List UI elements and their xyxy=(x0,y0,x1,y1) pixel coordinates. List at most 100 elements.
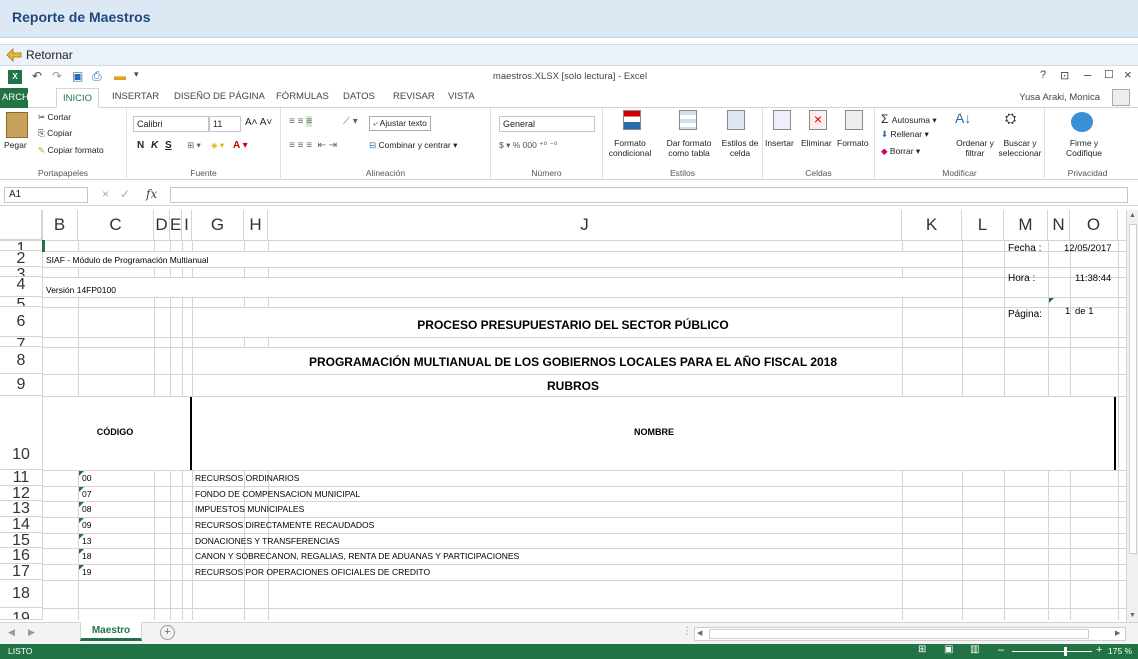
horizontal-scrollbar[interactable]: ◀ ▶ xyxy=(694,627,1126,641)
prev-sheet-icon[interactable]: ◀ xyxy=(8,627,15,638)
orientation-icon[interactable]: ⟋ ▾ xyxy=(343,116,358,127)
column-header[interactable]: J xyxy=(268,210,902,240)
open-folder-icon[interactable]: ▬ xyxy=(114,69,126,83)
format-cells-icon[interactable] xyxy=(845,110,863,130)
tab-revisar[interactable]: REVISAR xyxy=(393,91,435,102)
tab-formulas[interactable]: FÓRMULAS xyxy=(276,91,329,102)
row-header[interactable]: 12 xyxy=(0,486,42,501)
add-sheet-icon[interactable]: + xyxy=(160,625,175,640)
fill-button[interactable]: ⬇ Rellenar ▾ xyxy=(881,129,929,140)
tab-datos[interactable]: DATOS xyxy=(343,91,375,102)
bold-button[interactable]: N xyxy=(137,140,144,151)
sort-icon[interactable]: A↓ xyxy=(955,110,971,126)
row-header[interactable]: 3 xyxy=(0,267,42,277)
tab-inicio[interactable]: INICIO xyxy=(56,88,100,108)
number-format-select[interactable]: General xyxy=(499,116,595,132)
page-layout-icon[interactable]: ▣ xyxy=(944,644,953,655)
hscroll-thumb[interactable] xyxy=(709,629,1089,639)
clear-button[interactable]: ◆ Borrar ▾ xyxy=(881,146,920,157)
font-grow-icon[interactable]: A˄ A˅ xyxy=(245,117,272,128)
row-header[interactable]: 2 xyxy=(0,251,42,267)
zoom-slider-thumb[interactable] xyxy=(1064,647,1067,656)
delete-button[interactable]: Eliminar xyxy=(801,138,832,148)
column-header[interactable]: G xyxy=(192,210,244,240)
borders-icon[interactable]: ⊞ ▾ xyxy=(187,140,201,151)
column-header[interactable]: N xyxy=(1048,210,1070,240)
fill-color-icon[interactable]: ◈ ▾ xyxy=(211,140,224,151)
scroll-right-icon[interactable]: ▶ xyxy=(1115,629,1120,637)
page-break-icon[interactable]: ▥ xyxy=(970,644,979,655)
scroll-thumb[interactable] xyxy=(1129,224,1137,554)
conditional-format-button[interactable]: Formato condicional xyxy=(605,138,655,158)
sign-encrypt-button[interactable]: Firme y Codifique xyxy=(1057,138,1111,158)
row-header[interactable]: 11 xyxy=(0,470,42,486)
row-header[interactable]: 9 xyxy=(0,374,42,396)
underline-button[interactable]: S xyxy=(165,140,172,151)
row-header[interactable]: 8 xyxy=(0,347,42,374)
row-header[interactable]: 7 xyxy=(0,337,42,347)
scroll-up-icon[interactable]: ▲ xyxy=(1128,212,1137,222)
row-header[interactable]: 5 xyxy=(0,297,42,307)
print-preview-icon[interactable]: ⎙ xyxy=(92,69,102,84)
undo-icon[interactable]: ↶ xyxy=(32,69,42,83)
scroll-left-icon[interactable]: ◀ xyxy=(697,629,702,637)
table-format-icon[interactable] xyxy=(679,110,697,130)
column-header[interactable]: I xyxy=(182,210,192,240)
cancel-formula-icon[interactable]: × xyxy=(102,187,109,201)
back-button[interactable]: Retornar xyxy=(6,48,73,62)
sign-encrypt-icon[interactable] xyxy=(1071,112,1093,132)
column-header[interactable]: H xyxy=(244,210,268,240)
align-left-icon[interactable]: ≡ ≡ ≡ ⇤ ⇥ xyxy=(289,140,337,151)
row-header[interactable]: 14 xyxy=(0,517,42,533)
row-header[interactable]: 15 xyxy=(0,533,42,548)
tab-vista[interactable]: VISTA xyxy=(448,91,475,102)
minimize-icon[interactable]: – xyxy=(1084,67,1091,82)
next-sheet-icon[interactable]: ▶ xyxy=(28,627,35,638)
format-painter-button[interactable]: ✎ Copiar formato xyxy=(38,145,104,156)
row-header[interactable]: 4 xyxy=(0,277,42,297)
row-header[interactable]: 6 xyxy=(0,307,42,337)
worksheet[interactable]: B C D E I G H J K L M N O 1 2 3 4 5 6 7 … xyxy=(0,210,1126,620)
font-name-select[interactable]: Calibri xyxy=(133,116,209,132)
column-header[interactable]: C xyxy=(78,210,154,240)
font-size-select[interactable]: 11 xyxy=(209,116,241,132)
tab-diseno[interactable]: DISEÑO DE PÁGINA xyxy=(174,91,265,102)
confirm-formula-icon[interactable]: ✓ xyxy=(120,187,130,201)
column-header[interactable]: B xyxy=(42,210,78,240)
row-header[interactable]: 13 xyxy=(0,501,42,517)
wrap-text-button[interactable]: ⤶ Ajustar texto xyxy=(369,116,431,131)
ribbon-display-icon[interactable]: ⊡ xyxy=(1060,69,1069,82)
column-header[interactable]: E xyxy=(170,210,182,240)
conditional-format-icon[interactable] xyxy=(623,110,641,130)
redo-icon[interactable]: ↷ xyxy=(52,69,62,83)
customize-qat-icon[interactable]: ▾ xyxy=(134,69,139,80)
save-icon[interactable]: ▣ xyxy=(72,69,83,83)
tab-insertar[interactable]: INSERTAR xyxy=(112,91,159,102)
align-top-icon[interactable]: ≡ ≡ ≡ xyxy=(289,116,313,127)
close-icon[interactable]: × xyxy=(1124,67,1132,82)
restore-icon[interactable]: ☐ xyxy=(1104,68,1114,81)
column-header[interactable]: L xyxy=(962,210,1004,240)
format-table-button[interactable]: Dar formato como tabla xyxy=(661,138,717,158)
zoom-slider[interactable] xyxy=(1012,651,1092,652)
binoculars-icon[interactable]: ⛭ xyxy=(1005,110,1016,127)
tab-splitter-icon[interactable]: ⋮ xyxy=(682,626,692,637)
font-color-icon[interactable]: A ▾ xyxy=(233,140,248,151)
sheet-tab-maestro[interactable]: Maestro xyxy=(80,622,142,641)
delete-icon[interactable]: × xyxy=(809,110,827,130)
paste-icon[interactable] xyxy=(6,112,28,138)
sort-filter-button[interactable]: Ordenar y filtrar xyxy=(955,138,995,158)
paste-button[interactable]: Pegar xyxy=(4,140,27,150)
avatar[interactable] xyxy=(1112,89,1130,106)
merge-center-button[interactable]: ⊟ Combinar y centrar ▾ xyxy=(369,140,457,151)
normal-view-icon[interactable]: ⊞ xyxy=(918,644,926,655)
insert-button[interactable]: Insertar xyxy=(765,138,794,148)
find-select-button[interactable]: Buscar y seleccionar xyxy=(995,138,1045,158)
function-icon[interactable]: fx xyxy=(146,187,157,201)
row-header[interactable]: 19 xyxy=(0,608,42,620)
column-header[interactable]: O xyxy=(1070,210,1118,240)
name-box[interactable]: A1 xyxy=(4,187,88,203)
insert-icon[interactable] xyxy=(773,110,791,130)
scroll-down-icon[interactable]: ▼ xyxy=(1128,612,1137,622)
column-header[interactable]: D xyxy=(154,210,170,240)
